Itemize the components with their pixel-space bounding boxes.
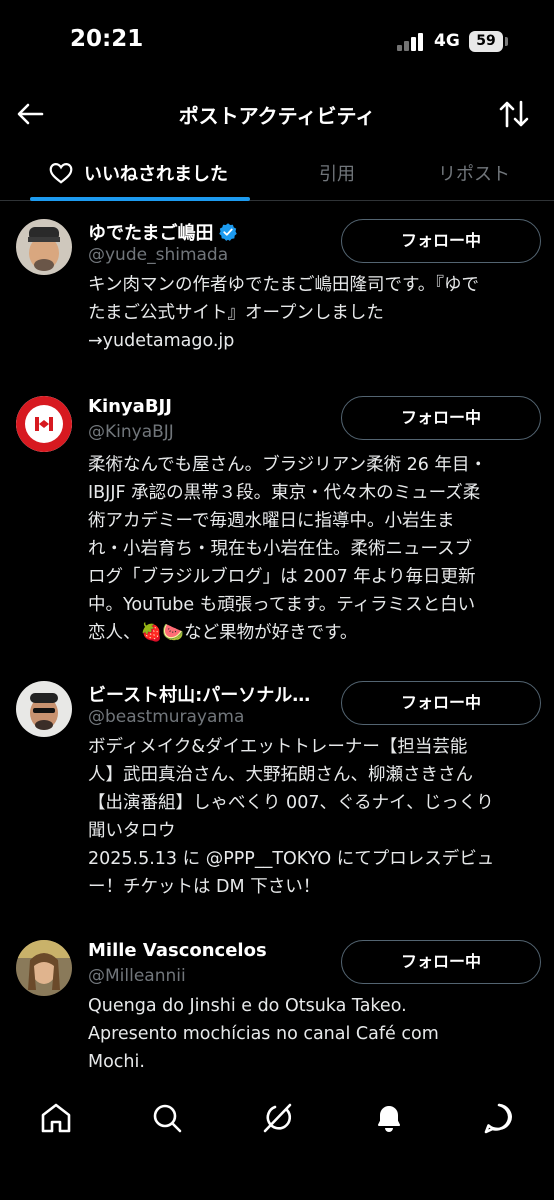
list-item[interactable]: KinyaBJJ @KinyaBJJ フォロー中 柔術なんでも屋さん。ブラジリア… (0, 396, 554, 656)
nav-search[interactable] (147, 1098, 187, 1138)
battery-tip (505, 37, 508, 46)
user-name-text: ゆでたまご嶋田 (88, 223, 214, 244)
list-item[interactable]: ビースト村山:パーソナル… @beastmurayama フォロー中 ボディメイ… (0, 681, 554, 901)
tab-likes[interactable]: いいねされました (26, 145, 250, 201)
verified-badge-icon (219, 223, 238, 241)
avatar-image (16, 219, 72, 275)
status-bar: 20:21 4G 59 (0, 0, 554, 80)
active-tab-indicator (30, 197, 250, 201)
following-button[interactable]: フォロー中 (341, 219, 541, 263)
notifications-icon (378, 1106, 400, 1132)
user-name[interactable]: ゆでたまご嶋田 (88, 219, 238, 245)
bottom-navigation (0, 1088, 554, 1148)
user-bio: 柔術なんでも屋さん。ブラジリアン柔術 26 年目・ IBJJF 承認の黒帯３段。… (88, 455, 487, 643)
list-item[interactable]: Mille Vasconcelos @Milleannii フォロー中 Quen… (0, 940, 554, 1080)
tab-likes-label: いいねされました (84, 164, 228, 185)
page-title: ポストアクティビティ (178, 104, 376, 128)
list-item[interactable]: ゆでたまご嶋田 @yude_shimada フォロー中 キン肉マンの作者ゆでたま… (0, 219, 554, 369)
tab-reposts-label: リポスト (438, 164, 510, 185)
messages-icon (484, 1103, 512, 1134)
following-button[interactable]: フォロー中 (341, 681, 541, 725)
avatar[interactable] (16, 396, 72, 452)
sort-arrows-icon (499, 100, 529, 128)
tab-quotes[interactable]: 引用 (278, 145, 396, 201)
avatar-image (16, 396, 72, 452)
user-bio: Quenga do Jinshi e do Otsuka Takeo. Apre… (88, 996, 439, 1072)
nav-home[interactable] (36, 1098, 76, 1138)
heart-icon (49, 163, 73, 184)
user-handle: @yude_shimada (88, 245, 229, 265)
user-handle: @Milleannii (88, 966, 186, 986)
tab-quotes-label: 引用 (319, 164, 355, 185)
header: ポストアクティビティ (0, 88, 554, 140)
following-button[interactable]: フォロー中 (341, 396, 541, 440)
user-bio: キン肉マンの作者ゆでたまご嶋田隆司です。『ゆで たまご公式サイト』オープンしまし… (88, 275, 479, 351)
user-name[interactable]: KinyaBJJ (88, 396, 172, 417)
search-icon (153, 1104, 182, 1133)
user-handle: @beastmurayama (88, 707, 245, 727)
user-name-text: KinyaBJJ (88, 396, 172, 417)
signal-icon (397, 33, 425, 51)
avatar-image (16, 940, 72, 996)
tab-bar: いいねされました 引用 リポスト (0, 145, 554, 201)
network-type: 4G (434, 31, 460, 51)
avatar[interactable] (16, 219, 72, 275)
user-name-text: Mille Vasconcelos (88, 940, 267, 961)
sort-button[interactable] (496, 96, 532, 132)
nav-messages[interactable] (479, 1098, 519, 1138)
user-handle: @KinyaBJJ (88, 422, 174, 442)
tab-reposts[interactable]: リポスト (410, 145, 538, 201)
user-name[interactable]: ビースト村山:パーソナル… (88, 681, 310, 707)
status-time: 20:21 (70, 26, 144, 52)
grok-icon (263, 1103, 292, 1133)
avatar[interactable] (16, 681, 72, 737)
nav-notifications[interactable] (369, 1098, 409, 1138)
avatar[interactable] (16, 940, 72, 996)
user-name-text: ビースト村山:パーソナル… (88, 685, 311, 706)
following-button[interactable]: フォロー中 (341, 940, 541, 984)
battery-icon: 59 (469, 31, 503, 52)
user-bio: ボディメイク&ダイエットトレーナー【担当芸能 人】武田真治さん、大野拓朗さん、柳… (88, 737, 495, 897)
home-icon (41, 1103, 71, 1133)
nav-grok[interactable] (257, 1098, 297, 1138)
user-name[interactable]: Mille Vasconcelos (88, 940, 267, 961)
avatar-image (16, 681, 72, 737)
